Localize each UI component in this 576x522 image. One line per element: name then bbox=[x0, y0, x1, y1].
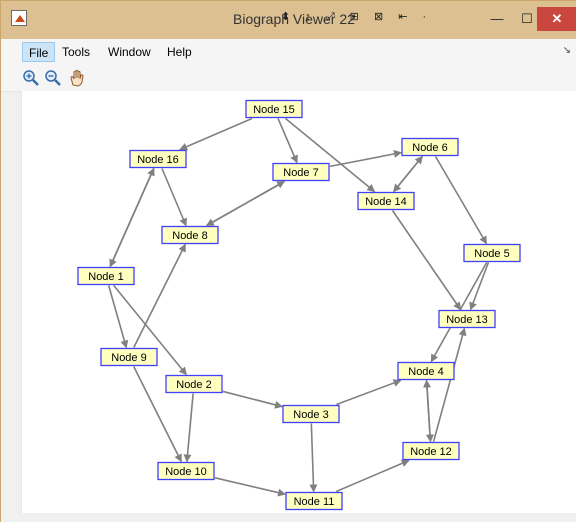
node-label: Node 6 bbox=[412, 142, 447, 154]
graph-node-n12[interactable]: Node 12 bbox=[402, 441, 460, 461]
matlab-app-icon bbox=[11, 10, 27, 26]
graph-node-n13[interactable]: Node 13 bbox=[438, 309, 496, 329]
edge-n16-n8[interactable] bbox=[161, 168, 187, 227]
graph-node-n7[interactable]: Node 7 bbox=[272, 162, 330, 182]
graph-node-n9[interactable]: Node 9 bbox=[100, 347, 158, 367]
minimize-icon: — bbox=[490, 11, 504, 26]
edge-n8-n7[interactable] bbox=[206, 180, 286, 227]
node-label: Node 14 bbox=[365, 196, 407, 208]
edge-n2-n3[interactable] bbox=[222, 390, 283, 409]
node-label: Node 3 bbox=[293, 409, 328, 421]
menu-window[interactable]: Window bbox=[102, 42, 157, 62]
node-label: Node 15 bbox=[253, 104, 295, 116]
edge-n12-n4[interactable] bbox=[423, 379, 432, 442]
zoom-in-icon bbox=[23, 70, 39, 86]
minimize-button[interactable]: — bbox=[483, 7, 511, 31]
edge-n6-n14[interactable] bbox=[393, 155, 423, 193]
nodes-layer: Node 1 Node 2 Node 3 Node 4 Node 5 Node 6 Node… bbox=[77, 99, 521, 511]
menu-tools[interactable]: Tools bbox=[56, 42, 96, 62]
node-label: Node 5 bbox=[474, 248, 509, 260]
toolbar bbox=[1, 65, 576, 92]
edge-n11-n12[interactable] bbox=[335, 459, 410, 493]
graph-svg[interactable]: Node 1 Node 2 Node 3 Node 4 Node 5 Node 6 Node… bbox=[22, 91, 576, 513]
menu-file[interactable]: File bbox=[22, 42, 56, 62]
edge-n1-n16[interactable] bbox=[109, 167, 155, 267]
graph-node-n5[interactable]: Node 5 bbox=[463, 243, 521, 263]
menu-overflow-icon[interactable]: ↘ bbox=[563, 45, 571, 56]
node-label: Node 10 bbox=[165, 466, 207, 478]
node-label: Node 13 bbox=[446, 314, 488, 326]
zoom-out-button[interactable] bbox=[43, 68, 63, 88]
edge-n2-n10[interactable] bbox=[183, 393, 194, 463]
node-label: Node 11 bbox=[294, 496, 335, 508]
edge-n12-n13[interactable] bbox=[432, 327, 467, 442]
graph-node-n11[interactable]: Node 11 bbox=[285, 491, 343, 511]
edge-n3-n11[interactable] bbox=[309, 423, 318, 493]
close-icon: ✕ bbox=[551, 11, 563, 26]
node-label: Node 2 bbox=[176, 379, 211, 391]
graph-node-n2[interactable]: Node 2 bbox=[165, 374, 223, 394]
edge-n14-n13[interactable] bbox=[391, 210, 462, 311]
graph-node-n4[interactable]: Node 4 bbox=[397, 361, 455, 381]
edge-n3-n4[interactable] bbox=[336, 379, 402, 406]
node-label: Node 7 bbox=[283, 167, 318, 179]
graph-node-n10[interactable]: Node 10 bbox=[157, 461, 215, 481]
node-label: Node 1 bbox=[88, 271, 123, 283]
node-label: Node 16 bbox=[137, 154, 179, 166]
graph-canvas[interactable]: Node 1 Node 2 Node 3 Node 4 Node 5 Node 6 Node… bbox=[21, 91, 576, 513]
graph-node-n15[interactable]: Node 15 bbox=[245, 99, 303, 119]
pan-hand-icon bbox=[70, 69, 84, 87]
edge-n7-n6[interactable] bbox=[329, 150, 402, 168]
node-label: Node 8 bbox=[172, 230, 207, 242]
pan-button[interactable] bbox=[67, 68, 87, 88]
edge-n15-n16[interactable] bbox=[179, 117, 253, 151]
graph-node-n6[interactable]: Node 6 bbox=[401, 137, 459, 157]
close-button[interactable]: ✕ bbox=[537, 7, 576, 31]
menu-bar: File Tools Window Help ↘ bbox=[1, 39, 576, 66]
maximize-icon: ☐ bbox=[521, 11, 533, 26]
menu-help[interactable]: Help bbox=[161, 42, 198, 62]
edge-n10-n11[interactable] bbox=[214, 477, 286, 497]
zoom-in-button[interactable] bbox=[21, 68, 41, 88]
edge-n9-n8[interactable] bbox=[133, 243, 186, 348]
edge-n1-n9[interactable] bbox=[107, 285, 129, 349]
node-label: Node 4 bbox=[408, 366, 443, 378]
biograph-viewer-window: Biograph Viewer 22 ⬍ ↕ ⤢ ⊞ ⊠ ⇤ · — ☐ ✕ F… bbox=[0, 0, 576, 522]
graph-node-n14[interactable]: Node 14 bbox=[357, 191, 415, 211]
title-bar[interactable]: Biograph Viewer 22 ⬍ ↕ ⤢ ⊞ ⊠ ⇤ · — ☐ ✕ bbox=[1, 1, 576, 39]
graph-node-n8[interactable]: Node 8 bbox=[161, 225, 219, 245]
node-label: Node 9 bbox=[111, 352, 146, 364]
zoom-out-icon bbox=[45, 70, 61, 86]
node-label: Node 12 bbox=[410, 446, 452, 458]
edge-n6-n5[interactable] bbox=[434, 156, 488, 245]
title-bar-glyphs: ⬍ ↕ ⤢ ⊞ ⊠ ⇤ · bbox=[281, 11, 433, 23]
graph-node-n3[interactable]: Node 3 bbox=[282, 404, 340, 424]
graph-node-n1[interactable]: Node 1 bbox=[77, 266, 135, 286]
graph-node-n16[interactable]: Node 16 bbox=[129, 149, 187, 169]
